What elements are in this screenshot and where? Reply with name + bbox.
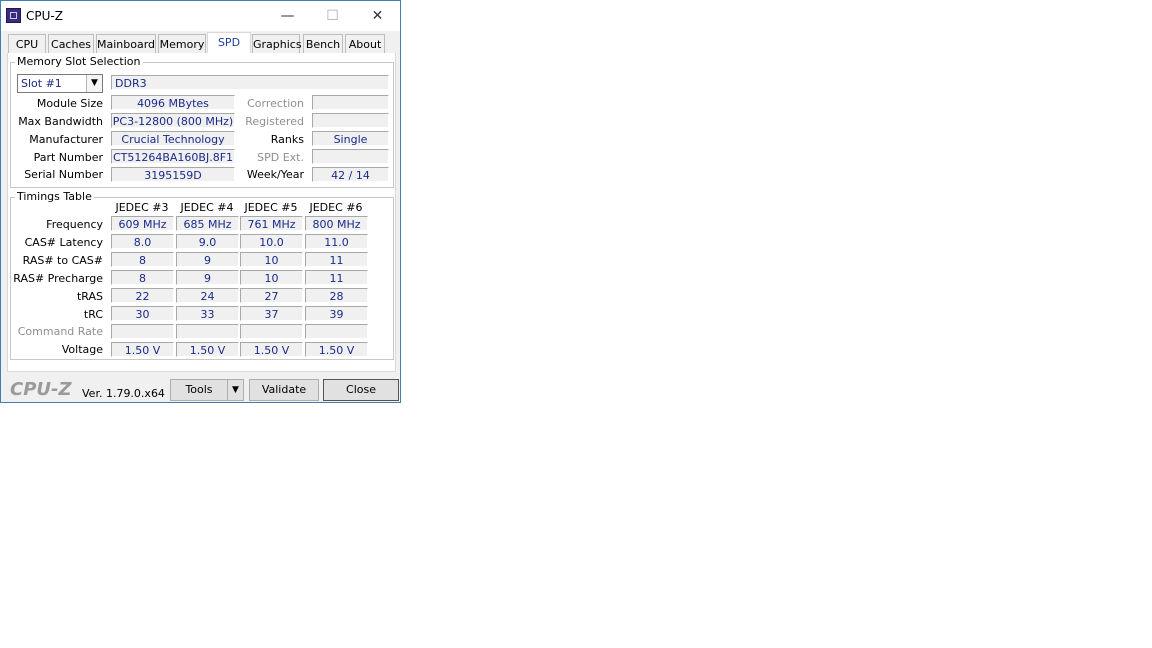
timing-cell: 761 MHz [240,216,303,231]
timing-cell: 9 [176,270,239,285]
timing-column-header: JEDEC #4 [180,201,234,214]
tab-about[interactable]: About [345,34,385,53]
max-bandwidth-value: PC3-12800 (800 MHz) [111,113,235,128]
spd-ext-label: SPD Ext. [257,151,304,164]
tools-button[interactable]: Tools [170,379,228,401]
chevron-down-icon[interactable]: ▼ [86,75,102,92]
week-year-value: 42 / 14 [312,167,389,182]
serial-number-value: 3195159D [111,167,235,182]
close-window-button[interactable]: ✕ [355,1,400,31]
timing-cell: 28 [305,288,368,303]
timing-cell: 11 [305,270,368,285]
timing-cell [240,324,303,339]
timing-cell: 10 [240,252,303,267]
timings-legend: Timings Table [15,190,94,203]
cpuz-logo: CPU-Z [10,379,72,400]
tab-bench[interactable]: Bench [303,34,343,53]
timing-cell: 11.0 [305,234,368,249]
minimize-button[interactable]: — [265,1,310,31]
memory-slot-legend: Memory Slot Selection [15,55,143,68]
tab-spd[interactable]: SPD [207,32,251,54]
module-size-value: 4096 MBytes [111,95,235,110]
timing-column-header: JEDEC #5 [244,201,298,214]
ranks-value: Single [312,131,389,146]
timing-column-header: JEDEC #3 [115,201,169,214]
timing-row-label: CAS# Latency [24,236,103,249]
correction-label: Correction [247,97,304,110]
validate-button[interactable]: Validate [249,379,319,401]
cpuz-app-icon [6,8,21,23]
registered-value [312,113,389,128]
cpuz-window: CPU-Z — ☐ ✕ CPU Caches Mainboard Memory … [0,0,401,403]
timing-row-label: Voltage [61,343,103,356]
tab-graphics[interactable]: Graphics [252,34,302,53]
timing-cell: 22 [111,288,174,303]
timing-cell: 9.0 [176,234,239,249]
week-year-label: Week/Year [246,168,304,181]
manufacturer-label: Manufacturer [29,133,103,146]
timing-cell [111,324,174,339]
part-number-value: CT51264BA160BJ.8F1 [111,149,235,164]
close-button[interactable]: Close [323,379,399,401]
ranks-label: Ranks [270,133,304,146]
timing-cell: 1.50 V [176,342,239,357]
timing-row-label: RAS# to CAS# [22,254,103,267]
timing-cell: 37 [240,306,303,321]
timing-cell: 800 MHz [305,216,368,231]
spd-ext-value [312,149,389,164]
timing-cell: 30 [111,306,174,321]
memory-type-field: DDR3 [111,75,389,90]
timing-cell [176,324,239,339]
timing-row-label: Command Rate [17,325,103,338]
part-number-label: Part Number [33,151,103,164]
tools-dropdown-arrow-icon[interactable]: ▼ [227,379,244,401]
timing-cell: 609 MHz [111,216,174,231]
max-bandwidth-label: Max Bandwidth [18,115,103,128]
timing-cell: 33 [176,306,239,321]
timing-cell: 10 [240,270,303,285]
tab-cpu[interactable]: CPU [8,34,46,53]
title-bar[interactable]: CPU-Z — ☐ ✕ [1,1,400,31]
timing-cell: 685 MHz [176,216,239,231]
timing-cell: 1.50 V [305,342,368,357]
timing-row-label: Frequency [46,218,103,231]
slot-select[interactable]: Slot #1 ▼ [17,74,103,93]
timing-column-header: JEDEC #6 [309,201,363,214]
timing-row-label: RAS# Precharge [13,272,103,285]
timing-cell: 8.0 [111,234,174,249]
timing-cell: 27 [240,288,303,303]
timing-cell: 8 [111,270,174,285]
window-title: CPU-Z [26,9,63,23]
timing-cell: 39 [305,306,368,321]
timing-cell: 9 [176,252,239,267]
timing-cell [305,324,368,339]
timing-cell: 24 [176,288,239,303]
timing-cell: 1.50 V [111,342,174,357]
version-text: Ver. 1.79.0.x64 [82,387,165,400]
manufacturer-value: Crucial Technology [111,131,235,146]
timing-row-label: tRAS [76,290,103,303]
maximize-button[interactable]: ☐ [310,1,355,31]
timing-cell: 8 [111,252,174,267]
tab-caches[interactable]: Caches [48,34,94,53]
module-size-label: Module Size [36,97,103,110]
timing-cell: 10.0 [240,234,303,249]
serial-number-label: Serial Number [24,168,103,181]
timing-cell: 11 [305,252,368,267]
slot-select-value: Slot #1 [21,77,62,90]
tab-memory[interactable]: Memory [158,34,206,53]
registered-label: Registered [245,115,304,128]
correction-value [312,95,389,110]
tab-mainboard[interactable]: Mainboard [96,34,156,53]
timing-cell: 1.50 V [240,342,303,357]
timing-row-label: tRC [83,308,103,321]
